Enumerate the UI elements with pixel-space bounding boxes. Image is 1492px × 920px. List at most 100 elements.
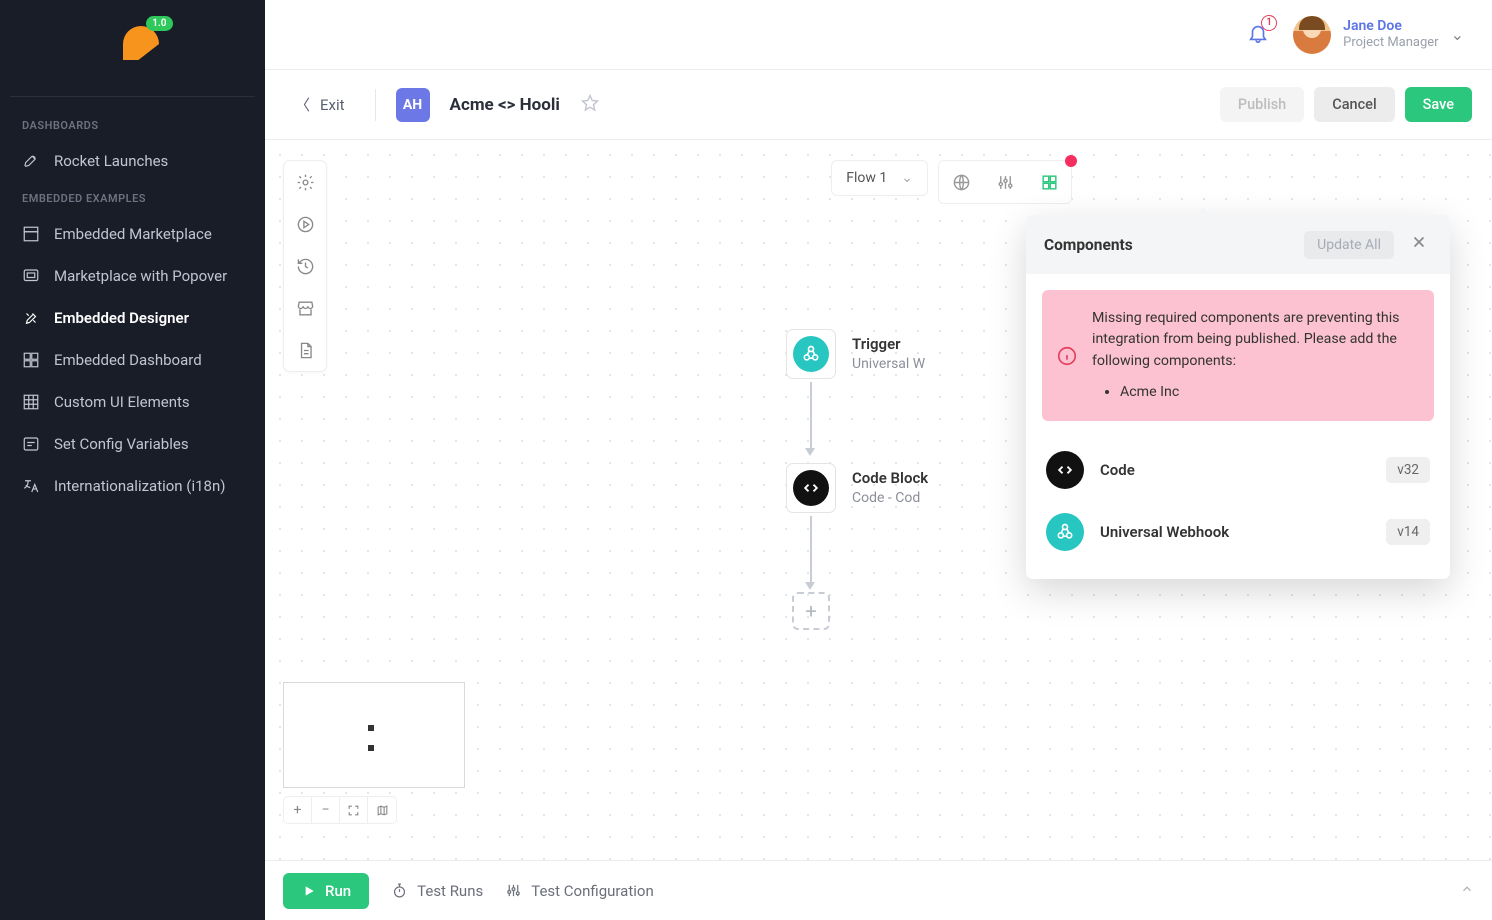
- test-runs-tab[interactable]: Test Runs: [391, 882, 483, 900]
- node-title: Trigger: [852, 334, 925, 354]
- node-trigger[interactable]: Trigger Universal W: [786, 329, 925, 379]
- update-all-button: Update All: [1304, 231, 1394, 259]
- doc-button[interactable]: [284, 329, 326, 371]
- node-title: Code Block: [852, 468, 928, 488]
- nav-label: Set Config Variables: [54, 435, 189, 453]
- favorite-button[interactable]: [580, 93, 600, 117]
- mode-globe[interactable]: [939, 161, 983, 203]
- missing-components-alert: Missing required components are preventi…: [1042, 290, 1434, 421]
- node-code[interactable]: Code Block Code - Cod: [786, 463, 928, 513]
- test-config-tab[interactable]: Test Configuration: [505, 882, 654, 900]
- chevron-down-icon: ⌄: [901, 170, 913, 186]
- view-mode-toggle: [938, 160, 1072, 204]
- storefront-icon: [22, 225, 40, 243]
- arrow-down-icon: [805, 582, 815, 590]
- nav-i18n[interactable]: Internationalization (i18n): [0, 465, 265, 507]
- mode-components[interactable]: [1027, 161, 1071, 203]
- expand-panel-button[interactable]: [1460, 881, 1474, 900]
- logo: 1.0: [0, 0, 265, 96]
- zoom-controls: + −: [283, 796, 397, 824]
- settings-button[interactable]: [284, 161, 326, 203]
- chevron-left-icon: 〈: [295, 94, 310, 115]
- history-button[interactable]: [284, 245, 326, 287]
- publish-button: Publish: [1220, 87, 1304, 122]
- history-icon: [296, 257, 315, 276]
- dashboard-icon: [22, 351, 40, 369]
- section-embedded: EMBEDDED EXAMPLES: [0, 182, 265, 213]
- chevron-up-icon: [1460, 882, 1474, 896]
- nav-label: Embedded Dashboard: [54, 351, 202, 369]
- nav-rocket-launches[interactable]: Rocket Launches: [0, 140, 265, 182]
- store-icon: [296, 299, 315, 318]
- gear-icon: [296, 173, 315, 192]
- grid-icon: [22, 393, 40, 411]
- code-icon: [1046, 451, 1084, 489]
- project-title: Acme <> Hooli: [450, 95, 560, 115]
- panel-title: Components: [1044, 236, 1292, 254]
- test-runs-label: Test Runs: [417, 882, 483, 900]
- nav-custom-ui[interactable]: Custom UI Elements: [0, 381, 265, 423]
- close-icon: [1410, 233, 1428, 251]
- header: 〈 Exit AH Acme <> Hooli Publish Cancel S…: [265, 70, 1492, 140]
- bottom-bar: Run Test Runs Test Configuration: [265, 860, 1492, 920]
- exit-label: Exit: [320, 96, 345, 114]
- user-name: Jane Doe: [1343, 18, 1438, 35]
- component-name: Code: [1100, 461, 1370, 479]
- nav-label: Rocket Launches: [54, 152, 168, 170]
- avatar: [1293, 16, 1331, 54]
- run-button[interactable]: Run: [283, 873, 369, 909]
- mode-sliders[interactable]: [983, 161, 1027, 203]
- save-button[interactable]: Save: [1405, 87, 1472, 122]
- exit-button[interactable]: 〈 Exit: [285, 88, 355, 121]
- nav-label: Marketplace with Popover: [54, 267, 227, 285]
- component-item-webhook[interactable]: Universal Webhook v14: [1042, 501, 1434, 563]
- map-toggle-button[interactable]: [368, 797, 396, 823]
- expand-icon: [347, 804, 360, 817]
- zoom-out-button[interactable]: −: [312, 797, 340, 823]
- minimap-node: [368, 725, 374, 731]
- code-icon: [793, 470, 829, 506]
- fit-view-button[interactable]: [340, 797, 368, 823]
- user-menu[interactable]: Jane Doe Project Manager ⌄: [1293, 16, 1464, 54]
- version-badge: 1.0: [146, 16, 172, 31]
- nav-label: Internationalization (i18n): [54, 477, 225, 495]
- nav-marketplace-popover[interactable]: Marketplace with Popover: [0, 255, 265, 297]
- cancel-button[interactable]: Cancel: [1314, 87, 1394, 122]
- config-icon: [22, 435, 40, 453]
- tools-icon: [22, 309, 40, 327]
- star-icon: [580, 93, 600, 113]
- nav-label: Embedded Marketplace: [54, 225, 212, 243]
- flow-selector-label: Flow 1: [846, 170, 887, 186]
- add-node-button[interactable]: +: [792, 592, 830, 630]
- play-button[interactable]: [284, 203, 326, 245]
- component-item-code[interactable]: Code v32: [1042, 439, 1434, 501]
- notifications-button[interactable]: 1: [1247, 22, 1269, 48]
- nav-embedded-designer[interactable]: Embedded Designer: [0, 297, 265, 339]
- minimap[interactable]: [283, 682, 465, 788]
- close-button[interactable]: [1406, 229, 1432, 260]
- component-version: v14: [1386, 519, 1430, 545]
- user-role: Project Manager: [1343, 35, 1438, 51]
- document-icon: [296, 341, 315, 360]
- webhook-icon: [1046, 513, 1084, 551]
- nav-embedded-marketplace[interactable]: Embedded Marketplace: [0, 213, 265, 255]
- component-version: v32: [1386, 457, 1430, 483]
- nav-set-config[interactable]: Set Config Variables: [0, 423, 265, 465]
- sliders-icon: [996, 173, 1015, 192]
- minimap-node: [368, 745, 374, 751]
- flow-connector: [810, 382, 812, 450]
- component-name: Universal Webhook: [1100, 523, 1370, 541]
- flow-selector[interactable]: Flow 1 ⌄: [831, 160, 928, 196]
- alert-message: Missing required components are preventi…: [1092, 310, 1400, 369]
- arrow-down-icon: [805, 448, 815, 456]
- tool-rail: [283, 160, 327, 372]
- canvas[interactable]: Flow 1 ⌄ Trigger Universal W Code Block: [265, 140, 1492, 860]
- marketplace-button[interactable]: [284, 287, 326, 329]
- sliders-icon: [505, 882, 522, 899]
- project-badge: AH: [396, 88, 430, 122]
- nav-embedded-dashboard[interactable]: Embedded Dashboard: [0, 339, 265, 381]
- rocket-icon: [22, 152, 40, 170]
- globe-icon: [952, 173, 971, 192]
- zoom-in-button[interactable]: +: [284, 797, 312, 823]
- divider: [375, 89, 376, 121]
